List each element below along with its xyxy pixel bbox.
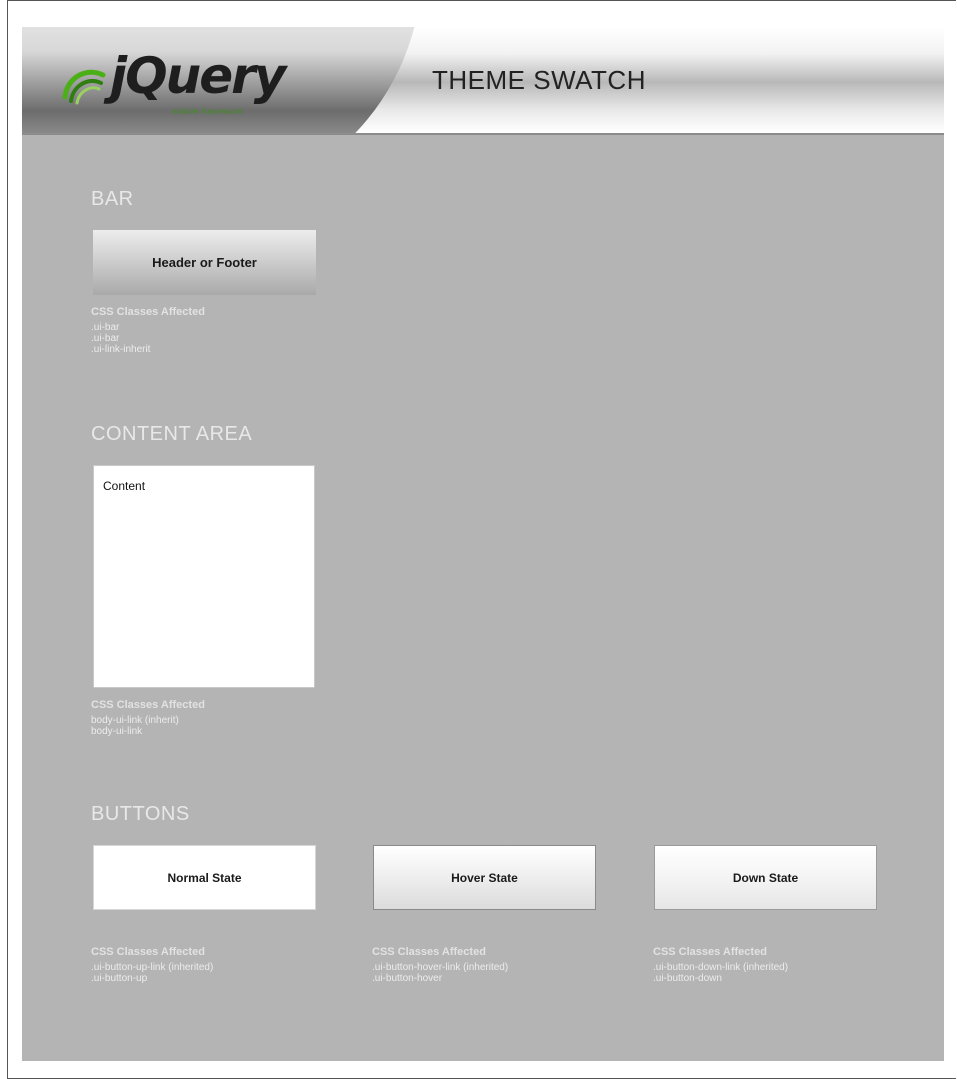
page-title: THEME SWATCH [432,65,646,95]
content-swatch[interactable]: Content [93,465,315,688]
bar-section-title: BAR [91,188,134,210]
css-classes-title: CSS Classes Affected [91,946,205,958]
down-state-css-classes: CSS Classes Affected .ui-button-down-lin… [653,946,788,984]
css-class-item: .ui-button-down-link (inherited) [653,962,789,973]
button-label: Down State [732,870,799,885]
css-classes-title: CSS Classes Affected [91,306,205,318]
bar-swatch[interactable]: Header or Footer [93,230,316,295]
logo-wordmark: jQuery [110,47,286,105]
button-label: Hover State [451,870,518,885]
bar-swatch-label: Header or Footer [152,255,257,270]
css-class-item: .ui-link-inherit [91,344,151,355]
css-classes-title: CSS Classes Affected [91,699,205,711]
swatch-canvas: BAR Header or Footer CSS Classes Affecte… [22,135,944,1061]
css-class-item: .ui-button-down [653,973,722,984]
css-class-item: .ui-button-hover [372,973,443,984]
buttons-section-title: BUTTONS [91,803,190,825]
bar-css-classes: CSS Classes Affected .ui-bar .ui-bar .ui… [91,306,205,355]
button-label: Normal State [167,870,242,885]
down-state-button[interactable]: Down State [654,845,877,910]
css-classes-title: CSS Classes Affected [653,946,767,958]
css-class-item: .ui-bar [91,333,120,344]
normal-state-button[interactable]: Normal State [93,845,316,910]
content-css-classes: CSS Classes Affected body-ui-link (inher… [91,699,205,737]
css-class-item: .ui-bar [91,322,120,333]
swirl-icon [62,69,106,105]
css-class-item: body-ui-link (inherit) [91,715,179,726]
content-swatch-label: Content [103,479,146,493]
content-section-title: CONTENT AREA [91,423,253,445]
css-class-item: .ui-button-up [91,973,148,984]
header-banner: jQuery mobile framework THEME SWATCH [22,27,944,135]
css-class-item: body-ui-link [91,726,143,737]
normal-state-css-classes: CSS Classes Affected .ui-button-up-link … [91,946,213,984]
css-class-item: .ui-button-up-link (inherited) [91,962,214,973]
css-classes-title: CSS Classes Affected [372,946,486,958]
hover-state-button[interactable]: Hover State [373,845,596,910]
jquery-mobile-logo: jQuery mobile framework [55,49,295,123]
hover-state-css-classes: CSS Classes Affected .ui-button-hover-li… [372,946,508,984]
logo-tagline: mobile framework [172,107,244,116]
css-class-item: .ui-button-hover-link (inherited) [372,962,509,973]
